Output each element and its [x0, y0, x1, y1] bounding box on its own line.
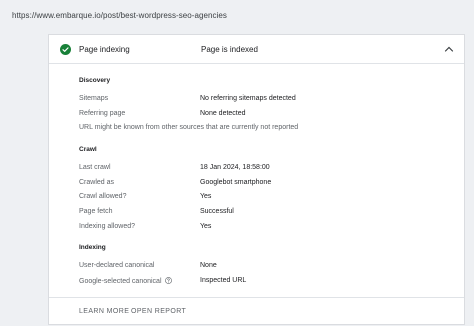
help-icon[interactable]	[164, 277, 172, 284]
user-declared-canonical-label: User-declared canonical	[79, 262, 155, 269]
page-indexing-card: Page indexing Page is indexed Discovery …	[48, 34, 465, 325]
page-indexing-status: Page is indexed	[201, 45, 258, 54]
page-indexing-header[interactable]: Page indexing Page is indexed	[49, 35, 464, 64]
indexing-section-title: Indexing	[79, 244, 106, 251]
google-selected-canonical-row: Google-selected canonical	[79, 277, 172, 285]
sitemaps-value: No referring sitemaps detected	[200, 95, 296, 102]
learn-more-link[interactable]: LEARN MORE	[79, 308, 129, 315]
referring-page-value: None detected	[200, 110, 246, 117]
google-selected-canonical-label: Google-selected canonical	[79, 278, 162, 285]
sitemaps-label: Sitemaps	[79, 95, 109, 102]
open-report-link[interactable]: OPEN REPORT	[131, 308, 186, 315]
discovery-note: URL might be known from other sources th…	[79, 124, 299, 131]
chevron-up-icon[interactable]	[444, 45, 454, 53]
card-footer: LEARN MORE OPEN REPORT	[49, 297, 464, 326]
discovery-section-title: Discovery	[79, 77, 111, 84]
last-crawl-value: 18 Jan 2024, 18:58:00	[200, 164, 270, 171]
crawl-allowed-value: Yes	[200, 193, 212, 200]
crawl-section-title: Crawl	[79, 146, 97, 153]
crawled-as-label: Crawled as	[79, 179, 115, 186]
google-selected-canonical-value: Inspected URL	[200, 277, 247, 284]
last-crawl-label: Last crawl	[79, 164, 111, 171]
crawl-allowed-label: Crawl allowed?	[79, 193, 127, 200]
referring-page-label: Referring page	[79, 110, 126, 117]
page-indexing-label: Page indexing	[79, 45, 130, 54]
user-declared-canonical-value: None	[200, 262, 217, 269]
indexing-allowed-value: Yes	[200, 223, 212, 230]
page-fetch-value: Successful	[200, 208, 234, 215]
indexing-allowed-label: Indexing allowed?	[79, 223, 136, 230]
inspected-url: https://www.embarque.io/post/best-wordpr…	[12, 11, 227, 20]
crawled-as-value: Googlebot smartphone	[200, 179, 272, 186]
check-circle-icon	[60, 44, 71, 55]
page-fetch-label: Page fetch	[79, 208, 113, 215]
